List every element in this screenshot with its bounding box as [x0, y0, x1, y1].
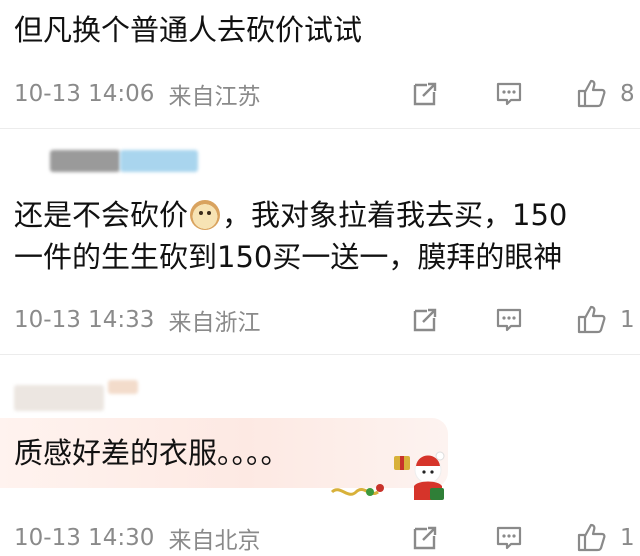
share-button[interactable] [410, 520, 440, 556]
like-button[interactable] [576, 75, 608, 111]
share-icon [413, 526, 437, 550]
comment-icon [496, 308, 522, 332]
comment-1-like-count: 8 [620, 81, 635, 107]
comment-2-time: 10-13 14:33 [14, 307, 155, 333]
comment-2-location: 来自浙江 [168, 310, 261, 336]
share-button[interactable] [410, 76, 440, 112]
comment-2-text-b: ，我对象拉着我去买，150 [222, 198, 568, 232]
divider [0, 128, 640, 129]
comment-icon [496, 82, 522, 106]
christmas-sticker-icon [330, 451, 445, 500]
comment-1-location: 来自江苏 [168, 84, 261, 110]
comment-3-location: 来自北京 [168, 528, 261, 554]
blurred-username-badge [120, 150, 198, 172]
comment-1-meta: 10-13 14:06 来自江苏 [14, 76, 260, 112]
comment-1-time: 10-13 14:06 [14, 81, 155, 107]
comment-2-text-a: 还是不会砍价 [14, 198, 189, 232]
share-icon [413, 82, 437, 106]
divider [0, 354, 640, 355]
thumbs-up-icon [577, 79, 606, 108]
comment-2-like-count: 1 [620, 307, 635, 333]
comment-3-meta: 10-13 14:30 来自北京 [14, 520, 260, 556]
share-button[interactable] [410, 302, 440, 338]
comment-2-text-line2: 一件的生生砍到150买一送一，膜拜的眼神 [14, 240, 563, 274]
comment-2-meta: 10-13 14:33 来自浙江 [14, 302, 260, 338]
comment-2-text-line1: 还是不会砍价 ，我对象拉着我去买，150 [14, 195, 567, 235]
comment-button[interactable] [494, 520, 524, 556]
share-icon [413, 308, 437, 332]
blurred-username-badge [108, 380, 138, 394]
comment-3-text: 质感好差的衣服。。。。 [14, 436, 290, 470]
comment-3-time: 10-13 14:30 [14, 525, 155, 551]
comment-3-like-count: 1 [620, 525, 635, 551]
blurred-username [14, 385, 104, 411]
comment-icon [496, 526, 522, 550]
comment-button[interactable] [494, 76, 524, 112]
blurred-username [50, 150, 120, 172]
thumbs-up-icon [577, 523, 606, 552]
like-button[interactable] [576, 519, 608, 555]
doge-emoji-icon [190, 200, 221, 230]
comment-1-text: 但凡换个普通人去砍价试试 [14, 13, 363, 47]
comment-button[interactable] [494, 302, 524, 338]
like-button[interactable] [576, 301, 608, 337]
thumbs-up-icon [577, 305, 606, 334]
